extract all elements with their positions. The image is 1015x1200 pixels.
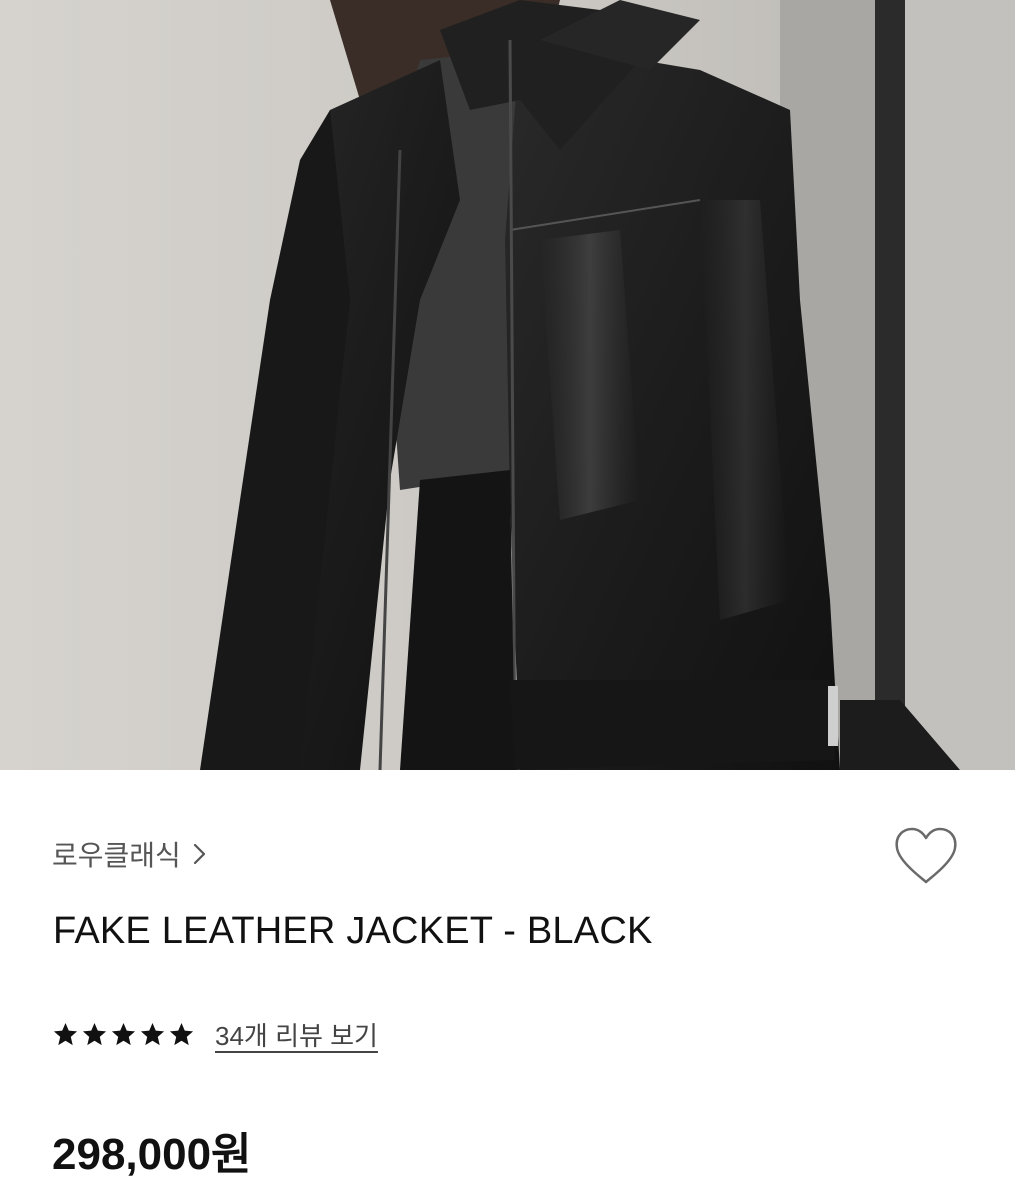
- product-photo-illustration: [0, 0, 1015, 770]
- product-title: FAKE LEATHER JACKET - BLACK: [53, 910, 653, 952]
- view-reviews-link[interactable]: 34개 리뷰 보기: [215, 1016, 378, 1053]
- star-filled-icon: [140, 1022, 165, 1045]
- product-image[interactable]: [0, 0, 1015, 770]
- star-filled-icon: [111, 1022, 136, 1045]
- star-filled-icon: [169, 1022, 194, 1045]
- chevron-right-icon: [193, 843, 205, 865]
- product-page: 로우클래식 FAKE LEATHER JACKET - BLACK 34개 리뷰…: [0, 0, 1015, 1200]
- star-filled-icon: [82, 1022, 107, 1045]
- rating-row: 34개 리뷰 보기: [52, 1016, 378, 1052]
- star-rating: [52, 1021, 197, 1048]
- brand-name: 로우클래식: [52, 840, 181, 871]
- star-filled-icon: [53, 1022, 78, 1045]
- brand-link[interactable]: 로우클래식: [52, 836, 207, 872]
- product-price: 298,000원: [52, 1130, 252, 1179]
- heart-outline-icon[interactable]: [893, 826, 959, 888]
